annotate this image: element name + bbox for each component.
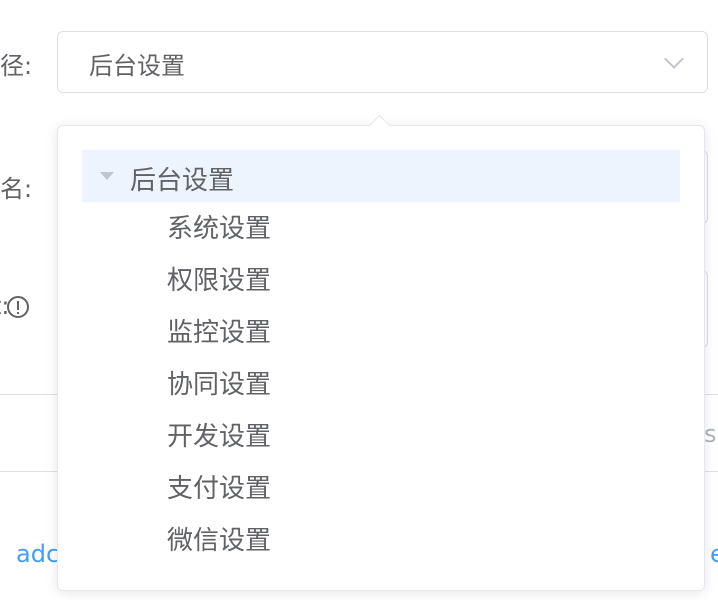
tree-node-root-label: 后台设置 — [130, 166, 235, 196]
caret-down-icon[interactable] — [100, 172, 114, 180]
tree-node-system[interactable]: 系统设置 — [167, 204, 271, 256]
tree-dropdown: 后台设置 系统设置 权限设置 监控设置 协同设置 开发设置 支付设置 微信设置 — [57, 114, 705, 591]
chevron-down-icon — [664, 49, 684, 69]
path-label: 径: — [0, 52, 33, 80]
tree-node-permission[interactable]: 权限设置 — [167, 256, 271, 308]
left-link[interactable]: adc — [16, 540, 59, 568]
tree-node-dev[interactable]: 开发设置 — [167, 412, 271, 464]
name-label: 名: — [0, 175, 33, 203]
tree-children: 系统设置 权限设置 监控设置 协同设置 开发设置 支付设置 微信设置 — [167, 204, 271, 568]
tree-node-wechat[interactable]: 微信设置 — [167, 516, 271, 568]
right-grey-text: s — [704, 420, 717, 448]
tree-node-payment[interactable]: 支付设置 — [167, 464, 271, 516]
info-icon[interactable] — [7, 296, 29, 318]
right-link[interactable]: e — [710, 540, 718, 568]
dropdown-arrow — [368, 114, 391, 137]
select-value: 后台设置 — [89, 52, 185, 80]
tree-node-monitor[interactable]: 监控设置 — [167, 308, 271, 360]
tree-node-root[interactable]: 后台设置 — [82, 150, 680, 202]
path-select[interactable]: 后台设置 — [57, 31, 708, 93]
tree-node-collab[interactable]: 协同设置 — [167, 360, 271, 412]
